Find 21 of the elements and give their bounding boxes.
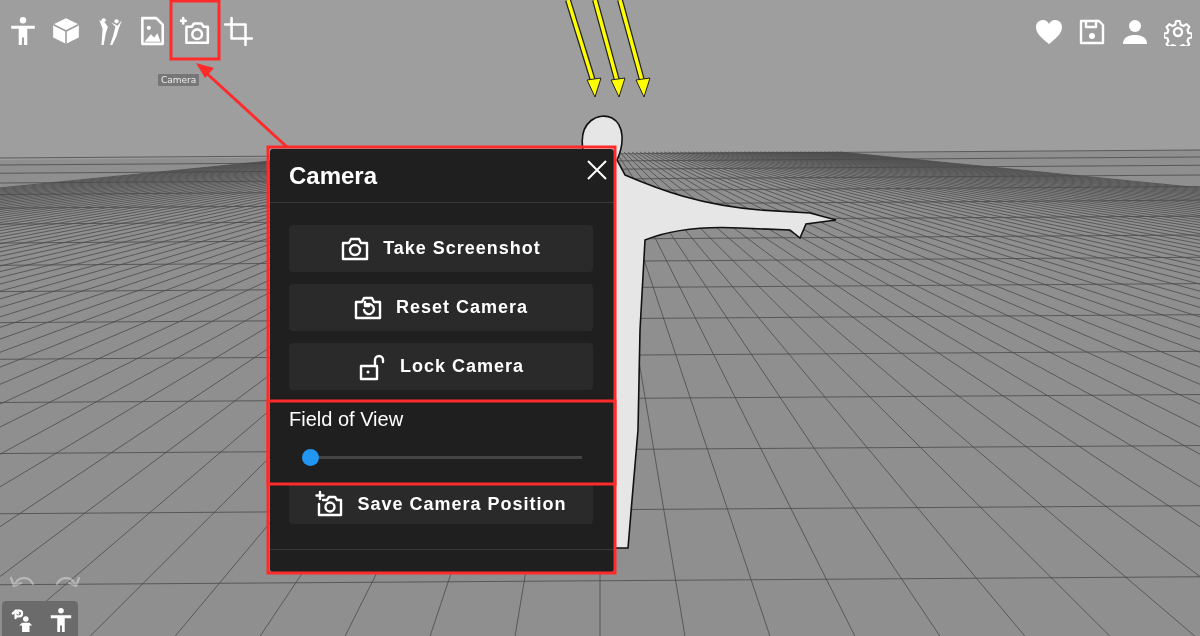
action-button[interactable]: Take Screenshot (289, 225, 593, 272)
camera-add-icon (315, 490, 344, 518)
padlock-open-icon (357, 352, 386, 381)
camera-add-icon[interactable] (180, 16, 210, 46)
close-button[interactable] (586, 159, 608, 181)
cube-icon[interactable] (51, 16, 81, 46)
figure-icon[interactable] (8, 16, 38, 46)
tooltip: Camera (158, 74, 200, 86)
crop-icon[interactable] (223, 16, 253, 46)
panel-title: Camera (289, 161, 378, 190)
slider-thumb[interactable] (302, 449, 319, 466)
highlight-frame (169, 0, 221, 61)
user-icon[interactable] (1121, 18, 1149, 46)
action-button[interactable]: Reset Camera (289, 284, 593, 331)
action-button[interactable]: Lock Camera (289, 343, 593, 390)
slider-label: Field of View (289, 408, 405, 431)
settings-icon[interactable] (1164, 18, 1192, 46)
heart-icon[interactable] (1035, 18, 1063, 46)
slider[interactable] (302, 449, 582, 466)
figure-icon[interactable] (48, 607, 74, 633)
action-button[interactable]: Save Camera Position (289, 484, 593, 524)
